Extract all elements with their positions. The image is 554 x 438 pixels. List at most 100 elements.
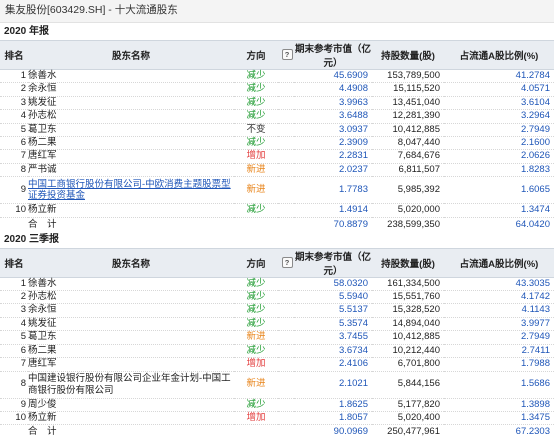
total-ratio: 67.2303	[515, 426, 550, 438]
spacer-cell	[278, 176, 294, 205]
holder-name: 余永恒	[28, 303, 234, 318]
spacer-cell	[278, 149, 294, 164]
market-value: 3.6734	[294, 344, 372, 359]
rank-cell: 9	[0, 176, 28, 205]
table-row: 8 严书诚 新进 2.0237 6,811,507 1.8283	[0, 163, 554, 178]
col-rank: 排名	[0, 247, 28, 278]
holder-name-text: 严书诚	[28, 163, 57, 175]
holder-name-text: 余永恒	[28, 304, 57, 316]
share-count: 153,789,500	[372, 69, 444, 84]
col-name: 股东名称	[28, 40, 234, 70]
total-market-value: 70.8879	[333, 218, 368, 230]
share-count: 15,328,520	[372, 303, 444, 318]
table-row: 2 孙志松 减少 5.5940 15,551,760 4.1742	[0, 290, 554, 305]
spacer-cell	[278, 277, 294, 292]
direction-badge: 减少	[234, 344, 278, 359]
market-value: 2.3909	[294, 136, 372, 151]
col-shares: 持股数量(股)	[372, 40, 444, 70]
holder-link[interactable]: 中国工商银行股份有限公司-中欧消费主题股票型证券投资基金	[28, 178, 234, 203]
holder-name-text: 杨立新	[28, 204, 57, 216]
rank-cell: 4	[0, 109, 28, 124]
share-count: 161,334,500	[372, 277, 444, 292]
section-title: 2020 三季报	[4, 233, 60, 245]
section-title: 2020 年报	[4, 26, 50, 37]
table-row: 7 唐红军 增加 2.4106 6,701,800 1.7988	[0, 357, 554, 372]
float-ratio: 2.7949	[444, 123, 554, 138]
table-row: 6 杨二果 减少 3.6734 10,212,440 2.7411	[0, 344, 554, 359]
header-row: 排名 股东名称 方向? 期末参考市值（亿元） 持股数量(股) 占流通A股比例(%)	[0, 40, 554, 70]
share-count: 7,684,676	[372, 149, 444, 164]
market-value: 1.4914	[294, 203, 372, 218]
help-icon[interactable]: ?	[281, 49, 293, 61]
float-ratio: 4.1742	[444, 290, 554, 305]
holder-name-text: 姚发征	[28, 317, 57, 329]
rank-cell: 2	[0, 290, 28, 305]
market-value: 2.0237	[294, 163, 372, 178]
header-row: 排名 股东名称 方向? 期末参考市值（亿元） 持股数量(股) 占流通A股比例(%)	[0, 247, 554, 278]
spacer-cell	[278, 357, 294, 372]
table-row: 2 余永恒 减少 4.4908 15,115,520 4.0571	[0, 82, 554, 97]
share-count: 12,281,390	[372, 109, 444, 124]
float-ratio: 3.2964	[444, 109, 554, 124]
direction-badge: 不变	[234, 123, 278, 138]
float-ratio: 2.1600	[444, 136, 554, 151]
spacer-cell	[278, 109, 294, 124]
direction-badge: 减少	[234, 317, 278, 332]
rank-cell: 6	[0, 136, 28, 151]
total-row: 合 计 90.0969 250,477,961 67.2303	[0, 425, 554, 438]
direction-badge: 增加	[234, 149, 278, 164]
market-value: 5.5940	[294, 290, 372, 305]
holder-name-text: 徐善水	[28, 70, 57, 81]
direction-badge: 减少	[234, 96, 278, 111]
direction-badge: 减少	[234, 136, 278, 151]
table-row: 3 余永恒 减少 5.5137 15,328,520 4.1143	[0, 303, 554, 318]
holder-name-text: 葛卫东	[28, 123, 57, 135]
col-rank: 排名	[0, 40, 28, 70]
table-row: 4 姚发征 减少 5.3574 14,894,040 3.9977	[0, 317, 554, 332]
rank-cell: 9	[0, 398, 28, 412]
total-spacer	[234, 425, 278, 438]
rank-cell: 8	[0, 163, 28, 178]
holder-name: 孙志松	[28, 109, 234, 124]
direction-badge: 新进	[234, 176, 278, 205]
direction-badge: 减少	[234, 82, 278, 97]
holder-name-text: 葛卫东	[28, 331, 57, 343]
holder-name-text: 孙志松	[28, 291, 57, 303]
market-value: 2.1021	[294, 371, 372, 399]
share-count: 15,551,760	[372, 290, 444, 305]
share-count: 5,177,820	[372, 398, 444, 412]
col-ratio: 占流通A股比例(%)	[444, 247, 554, 278]
rank-cell: 6	[0, 344, 28, 359]
spacer-cell	[278, 203, 294, 218]
rank-cell: 1	[0, 69, 28, 84]
spacer-cell	[278, 371, 294, 399]
spacer-cell	[278, 330, 294, 345]
direction-badge: 新进	[234, 163, 278, 178]
share-count: 8,047,440	[372, 136, 444, 151]
holder-name-text: 杨二果	[28, 137, 57, 149]
float-ratio: 1.5686	[444, 371, 554, 399]
share-count: 5,844,156	[372, 371, 444, 399]
spacer-cell	[278, 123, 294, 138]
float-ratio: 2.7411	[444, 344, 554, 359]
spacer-cell	[278, 96, 294, 111]
share-count: 6,811,507	[372, 163, 444, 178]
holders-report: 2020 年报排名 股东名称 方向? 期末参考市值（亿元） 持股数量(股) 占流通A股比例…	[0, 23, 554, 438]
holder-name-text: 杨二果	[28, 344, 57, 356]
rank-cell: 5	[0, 123, 28, 138]
holder-name[interactable]: 中国工商银行股份有限公司-中欧消费主题股票型证券投资基金	[28, 176, 234, 205]
holder-name: 葛卫东	[28, 123, 234, 138]
spacer-cell	[278, 69, 294, 84]
help-icon[interactable]: ?	[281, 257, 293, 269]
holder-name-text: 姚发征	[28, 96, 57, 108]
share-count: 5,020,000	[372, 203, 444, 218]
spacer-cell	[278, 163, 294, 178]
direction-badge: 减少	[234, 109, 278, 124]
direction-badge: 减少	[234, 277, 278, 292]
total-shares: 238,599,350	[387, 218, 440, 230]
holder-name-text: 徐善水	[28, 277, 57, 289]
holder-name: 徐善水	[28, 277, 234, 292]
total-label: 合 计	[28, 426, 57, 438]
holder-name: 唐红军	[28, 357, 234, 372]
col-market-value: 期末参考市值（亿元）	[294, 247, 372, 278]
